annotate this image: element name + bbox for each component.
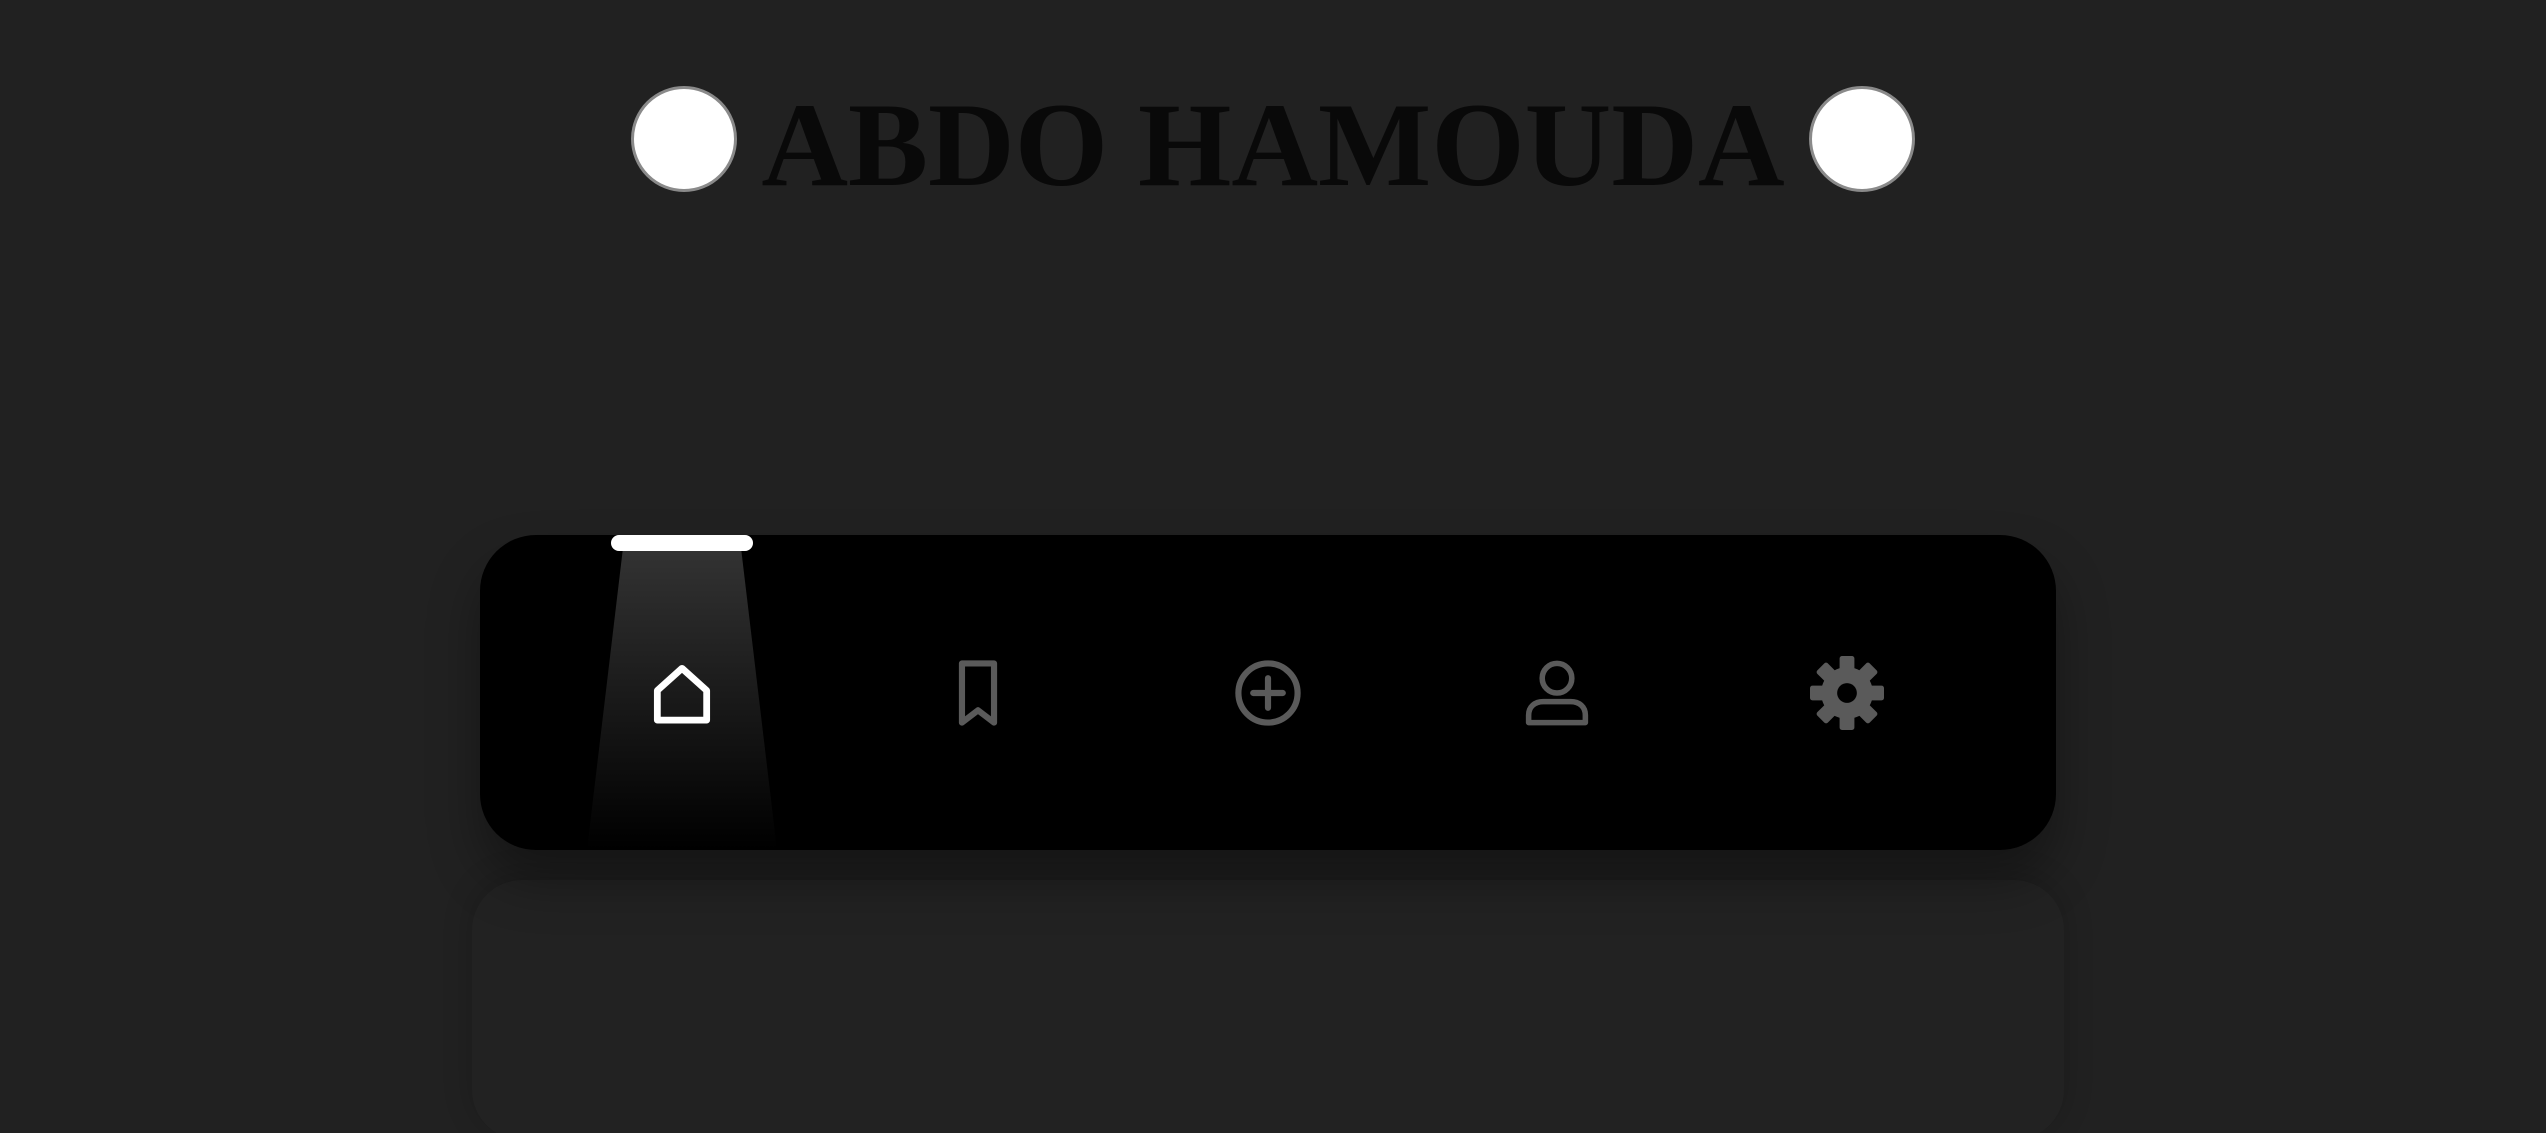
active-indicator [611,535,753,551]
nav-item-settings[interactable] [1747,535,1947,850]
header: ABDO HAMOUDA [0,74,2546,211]
home-icon [653,664,711,724]
nav-item-profile[interactable] [1457,535,1657,850]
bookmark-icon [958,659,998,726]
nav-item-add[interactable] [1168,535,1368,850]
navbar-reflection [472,880,2064,1133]
nav-item-home[interactable] [582,535,782,850]
bottom-navbar [480,535,2056,850]
nav-item-bookmarks[interactable] [878,535,1078,850]
user-icon [1525,660,1589,725]
brand-title: ABDO HAMOUDA [761,78,1785,211]
plus-circle-icon [1235,659,1301,726]
left-circle-decoration [631,86,738,192]
gear-icon [1810,655,1884,730]
right-circle-decoration [1808,86,1915,192]
